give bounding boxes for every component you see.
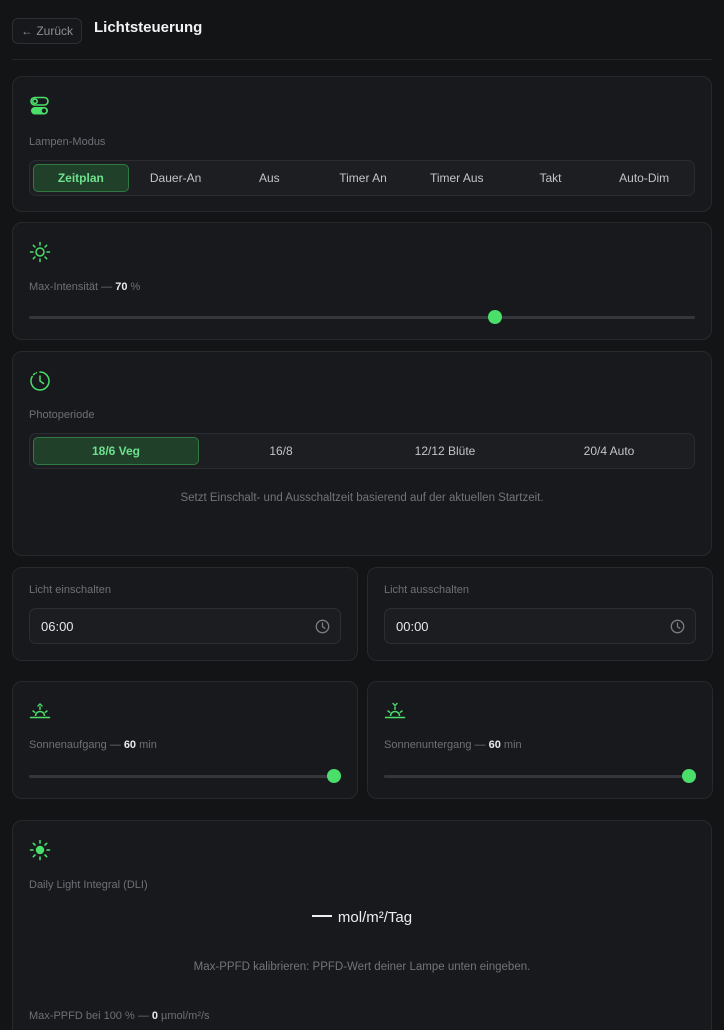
page-title: Lichtsteuerung [94,19,203,36]
photoperiod-option-16-8[interactable]: 16/8 [199,437,363,465]
sunset-slider[interactable] [384,769,696,783]
sunrise-icon [29,703,51,719]
lamp-mode-label: Lampen-Modus [29,136,106,148]
light-on-time-input[interactable]: 06:00 [29,608,341,644]
clock-icon [30,371,50,391]
mode-option-zeitplan[interactable]: Zeitplan [33,164,129,192]
slider-thumb[interactable] [682,769,696,783]
photoperiod-hint: Setzt Einschalt- und Ausschaltzeit basie… [180,492,544,504]
header-divider [12,59,712,60]
slider-track [29,775,341,778]
light-off-time-input[interactable]: 00:00 [384,608,696,644]
sunrise-slider[interactable] [29,769,341,783]
toggle-icon [30,96,49,115]
photoperiod-option-12-12[interactable]: 12/12 Blüte [363,437,527,465]
dli-unit: mol/m²/Tag [337,909,413,926]
mode-option-takt[interactable]: Takt [504,164,598,192]
light-off-time-value: 00:00 [396,619,429,634]
sunrise-label: Sonnenaufgang — 60 min [29,739,157,751]
light-on-card: Licht einschalten 06:00 [12,567,358,661]
header: ← Zurück Lichtsteuerung [12,18,712,46]
intensity-card: Max-Intensität — 70 % [12,222,712,340]
light-off-card: Licht ausschalten 00:00 [367,567,713,661]
dli-label: Daily Light Integral (DLI) [29,879,148,891]
dli-value: mol/m²/Tag [13,909,711,926]
light-control-page: ← Zurück Lichtsteuerung Lampen-Modus Zei… [0,0,724,1030]
slider-track [29,316,695,319]
sunrise-card: Sonnenaufgang — 60 min [12,681,358,799]
light-off-label: Licht ausschalten [384,584,469,596]
back-button[interactable]: ← Zurück [12,18,83,44]
sunset-icon [384,702,406,719]
mode-option-aus[interactable]: Aus [222,164,316,192]
intensity-slider[interactable] [29,310,695,324]
sunset-label: Sonnenuntergang — 60 min [384,739,522,751]
clock-icon[interactable] [315,619,330,634]
slider-thumb[interactable] [488,310,503,324]
slider-thumb[interactable] [327,769,341,783]
light-on-time-value: 06:00 [41,619,74,634]
empty-value-dash [311,915,332,918]
mode-option-timer-aus[interactable]: Timer Aus [410,164,504,192]
ppfd-label: Max-PPFD bei 100 % — 0 µmol/m²/s [29,1010,210,1022]
slider-track [384,775,696,778]
photoperiod-selector: 18/6 Veg 16/8 12/12 Blüte 20/4 Auto [29,433,695,469]
light-on-label: Licht einschalten [29,584,111,596]
sunset-value: 60 [488,739,501,751]
sunrise-value: 60 [123,739,137,751]
photoperiod-label: Photoperiode [29,409,95,421]
sun-filled-icon [29,839,51,861]
intensity-value: 70 [115,281,128,293]
dli-hint: Max-PPFD kalibrieren: PPFD-Wert deiner L… [193,961,531,973]
sun-outline-icon [29,241,51,263]
lamp-mode-selector: Zeitplan Dauer-An Aus Timer An Timer Aus… [29,160,695,196]
clock-icon[interactable] [670,619,685,634]
photoperiod-option-18-6[interactable]: 18/6 Veg [33,437,199,465]
photoperiod-card: Photoperiode 18/6 Veg 16/8 12/12 Blüte 2… [12,351,712,556]
dli-card: Daily Light Integral (DLI) mol/m²/Tag Ma… [12,820,712,1030]
mode-option-auto-dim[interactable]: Auto-Dim [597,164,691,192]
mode-option-timer-an[interactable]: Timer An [316,164,410,192]
intensity-label: Max-Intensität — 70 % [29,281,141,293]
photoperiod-option-20-4[interactable]: 20/4 Auto [527,437,691,465]
lamp-mode-card: Lampen-Modus Zeitplan Dauer-An Aus Timer… [12,76,712,212]
mode-option-dauer-an[interactable]: Dauer-An [129,164,223,192]
sunset-card: Sonnenuntergang — 60 min [367,681,713,799]
